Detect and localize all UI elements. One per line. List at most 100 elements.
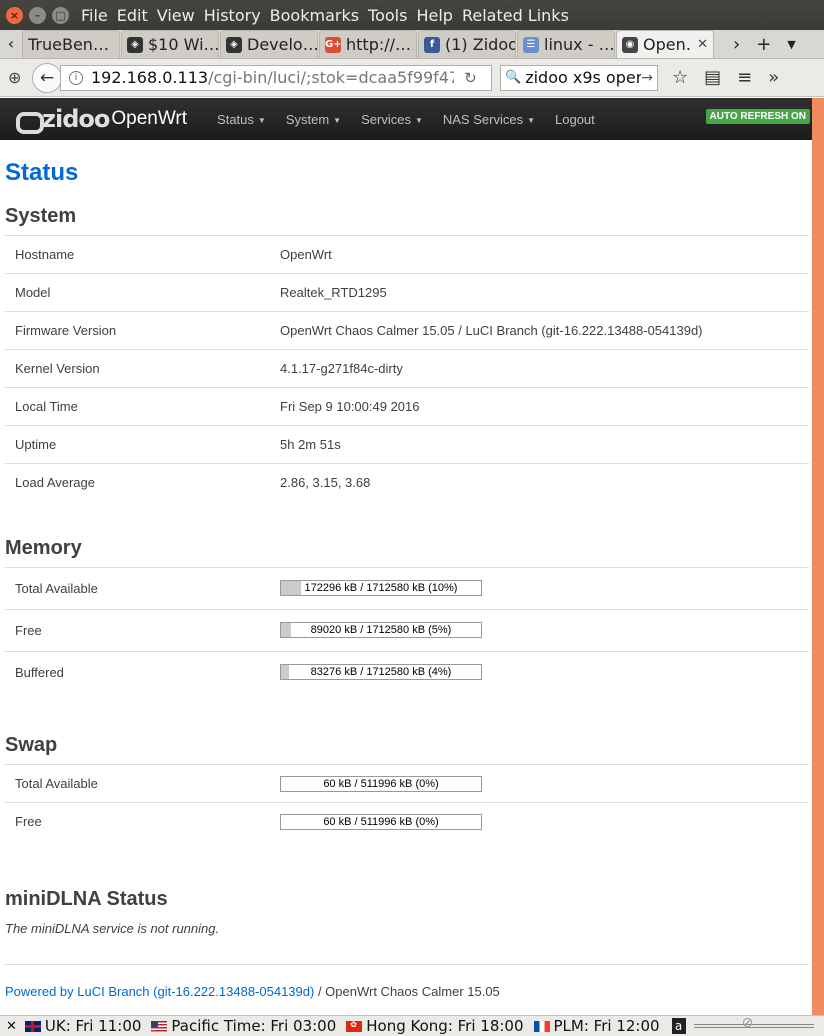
system-section-title: System xyxy=(5,205,77,227)
bookmark-star-icon[interactable]: ☆ xyxy=(672,67,688,88)
menu-edit[interactable]: Edit xyxy=(117,6,148,25)
progress-bar: 60 kB / 511996 kB (0%) xyxy=(280,813,482,830)
browser-tab[interactable]: ☰ linux - … xyxy=(517,30,615,58)
menu-help[interactable]: Help xyxy=(416,6,452,25)
stackexchange-icon: ☰ xyxy=(523,36,539,53)
close-addon-bar-icon[interactable]: ✕ xyxy=(6,1019,17,1034)
nav-services[interactable]: Services ▼ xyxy=(361,112,423,127)
table-row: Free 89020 kB / 1712580 kB (5%) xyxy=(5,608,809,651)
url-host: 192.168.0.113 xyxy=(91,68,209,87)
nav-status[interactable]: Status ▼ xyxy=(217,112,266,127)
table-row: Hostname OpenWrt xyxy=(5,235,809,274)
memory-section-title: Memory xyxy=(5,536,82,559)
progress-bar: 89020 kB / 1712580 kB (5%) xyxy=(280,622,482,638)
page-icon: ◈ xyxy=(127,36,143,53)
browser-statusbar: ✕ UK: Fri 11:00 Pacific Time: Fri 03:00 Ho… xyxy=(0,1015,824,1036)
menu-tools[interactable]: Tools xyxy=(368,6,407,25)
navigation-bar: ⊕ ← i 192.168.0.113 /cgi-bin/luci/;stok=… xyxy=(0,59,824,97)
facebook-icon: f xyxy=(424,36,440,53)
progress-bar: 172296 kB / 1712580 kB (10%) xyxy=(280,580,482,596)
minidlna-status-note: The miniDLNA service is not running. xyxy=(5,920,220,936)
tab-bar: ‹ TrueBen… ◈ $10 Wi… ◈ Develo… G+ http://… f (1)… xyxy=(0,30,824,59)
zidoo-logo[interactable]: zidoo OpenWrt xyxy=(14,105,187,134)
menu-file[interactable]: File xyxy=(81,6,108,25)
swap-table: Total Available 60 kB / 511996 kB (0%) Fre… xyxy=(5,764,809,841)
row-label: Hostname xyxy=(5,235,270,274)
logo-brand: zidoo xyxy=(42,105,110,133)
openwrt-header: zidoo OpenWrt Status ▼ System ▼ Services ▼ … xyxy=(0,98,812,140)
row-label: Kernel Version xyxy=(5,349,270,388)
tabs-scroll-right-icon[interactable]: › xyxy=(733,34,740,55)
url-bar[interactable]: i 192.168.0.113 /cgi-bin/luci/;stok=dcaa… xyxy=(60,64,492,91)
tabs-scroll-left-icon[interactable]: ‹ xyxy=(0,30,22,58)
row-label: Uptime xyxy=(5,425,270,464)
overflow-chevron-icon[interactable]: » xyxy=(768,67,779,88)
hamburger-menu-icon[interactable]: ≡ xyxy=(737,67,752,88)
flag-us-icon xyxy=(151,1020,168,1032)
window-maximize-button[interactable]: □ xyxy=(52,6,69,24)
world-clock[interactable]: PLM: Fri 12:00 xyxy=(533,1017,660,1035)
reload-icon[interactable]: ↻ xyxy=(464,69,477,87)
row-value-cell: OpenWrt Chaos Calmer 15.05 / LuCI Branch… xyxy=(270,311,809,350)
clock-text: PLM: Fri 12:00 xyxy=(553,1017,660,1035)
addon-a-icon[interactable]: a xyxy=(671,1018,686,1034)
menu-bookmarks[interactable]: Bookmarks xyxy=(270,6,359,25)
browser-tab[interactable]: ◉ Open… ✕ xyxy=(616,30,714,58)
progress-text: 172296 kB / 1712580 kB (10%) xyxy=(304,582,458,594)
window-minimize-button[interactable]: – xyxy=(29,6,46,24)
nav-logout[interactable]: Logout xyxy=(555,112,595,127)
tab-title: Open… xyxy=(643,35,692,54)
page-scrollbar[interactable] xyxy=(812,98,824,1015)
clock-text: UK: Fri 11:00 xyxy=(44,1017,142,1035)
statusbar-addons: a priva xyxy=(671,1016,824,1034)
tab-title: linux - … xyxy=(544,35,614,54)
menu-related-links[interactable]: Related Links xyxy=(462,6,569,25)
nav-status-label: Status xyxy=(217,111,254,127)
search-icon: 🔍 xyxy=(505,70,522,85)
url-path: /cgi-bin/luci/;stok=dcaa5f99f47fe7 xyxy=(208,68,454,87)
auto-refresh-badge[interactable]: AUTO REFRESH ON xyxy=(705,109,810,124)
nav-system[interactable]: System ▼ xyxy=(286,112,341,127)
row-label: Total Available xyxy=(5,764,270,803)
reading-list-icon[interactable]: ▤ xyxy=(704,67,721,88)
world-clock[interactable]: Pacific Time: Fri 03:00 xyxy=(151,1017,336,1035)
tab-strip: TrueBen… ◈ $10 Wi… ◈ Develo… G+ http://… f (1) Z… xyxy=(22,30,715,58)
toolbar-icons: ☆ ▤ ≡ » xyxy=(672,67,779,88)
menu-history[interactable]: History xyxy=(204,6,261,25)
row-value-cell: 60 kB / 511996 kB (0%) xyxy=(270,802,809,841)
nav-nas-services-label: NAS Services xyxy=(442,111,524,127)
nav-nas-services[interactable]: NAS Services ▼ xyxy=(443,112,535,127)
caret-down-icon: ▼ xyxy=(527,115,535,125)
world-clock[interactable]: Hong Kong: Fri 18:00 xyxy=(346,1017,524,1035)
world-clock[interactable]: UK: Fri 11:00 xyxy=(24,1017,142,1035)
menu-view[interactable]: View xyxy=(157,6,195,25)
new-tab-icon[interactable]: + xyxy=(756,34,771,55)
row-value-cell: 4.1.17-g271f84c-dirty xyxy=(270,349,809,388)
zoom-slider[interactable] xyxy=(693,1016,814,1031)
row-value-cell: 83276 kB / 1712580 kB (4%) xyxy=(270,650,809,693)
footer-version: OpenWrt Chaos Calmer 15.05 xyxy=(325,983,500,999)
tab-list-chevron-down-icon[interactable]: ▼ xyxy=(787,38,795,51)
browser-tab[interactable]: ◈ Develo… xyxy=(220,30,318,58)
tab-close-icon[interactable]: ✕ xyxy=(697,37,708,52)
info-icon[interactable]: i xyxy=(69,70,83,85)
main-nav: Status ▼ System ▼ Services ▼ NAS Services ▼ … xyxy=(217,112,615,127)
browser-tab[interactable]: ◈ $10 Wi… xyxy=(121,30,219,58)
window-controls: × – □ xyxy=(6,6,69,24)
back-button[interactable]: ← xyxy=(32,62,62,93)
row-label: Model xyxy=(5,273,270,312)
nav-services-label: Services xyxy=(361,111,411,127)
window-close-button[interactable]: × xyxy=(6,6,23,24)
page-footer: Powered by LuCI Branch (git-16.222.13488… xyxy=(5,984,809,999)
clock-text: Hong Kong: Fri 18:00 xyxy=(366,1017,524,1035)
identity-icon[interactable]: ⊕ xyxy=(8,68,32,87)
browser-tab[interactable]: f (1) Zidoo xyxy=(418,30,516,58)
row-label: Buffered xyxy=(5,650,270,693)
main-content: Status System Hostname OpenWrt Model Realte… xyxy=(0,158,812,999)
search-input[interactable]: 🔍 zidoo x9s openw → xyxy=(500,64,658,91)
browser-tab[interactable]: TrueBen… xyxy=(22,30,120,58)
search-go-icon[interactable]: → xyxy=(641,70,653,86)
luci-link[interactable]: Powered by LuCI Branch (git-16.222.13488… xyxy=(5,984,314,999)
table-row: Total Available 60 kB / 511996 kB (0%) xyxy=(5,764,809,803)
browser-tab[interactable]: G+ http://… xyxy=(319,30,417,58)
